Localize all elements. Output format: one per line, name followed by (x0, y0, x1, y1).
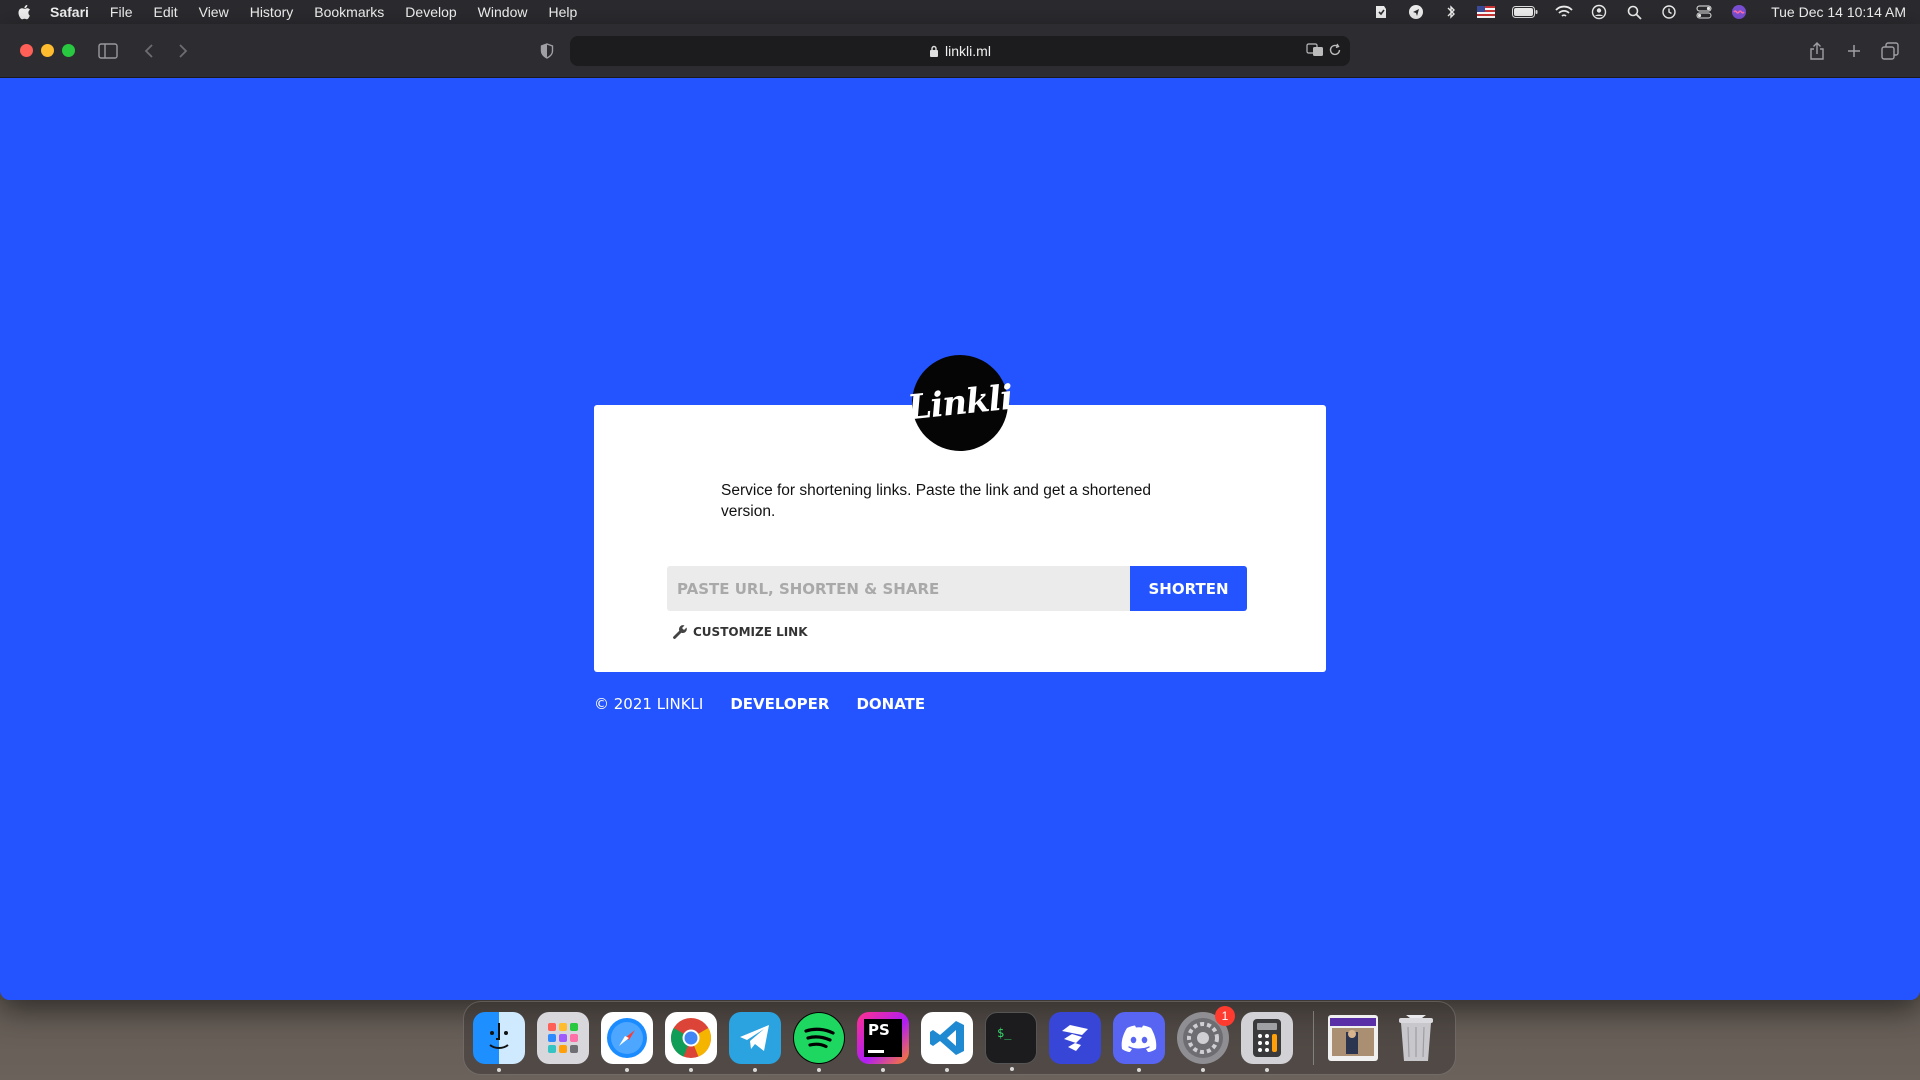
shorten-button[interactable]: SHORTEN (1130, 566, 1247, 611)
menu-app-name[interactable]: Safari (50, 4, 89, 20)
fullscreen-window-button[interactable] (62, 44, 75, 57)
privacy-shield-icon[interactable] (536, 40, 558, 62)
tab-overview-icon[interactable] (1879, 40, 1901, 62)
dock: PS $_ 1 (463, 1001, 1456, 1075)
time-machine-icon[interactable] (1660, 4, 1678, 20)
linear-icon[interactable] (1049, 1012, 1101, 1064)
browser-toolbar: linkli.ml (0, 24, 1920, 78)
address-bar[interactable]: linkli.ml (570, 36, 1350, 66)
apple-menu-icon[interactable] (14, 2, 34, 22)
running-indicator (1201, 1068, 1205, 1072)
customize-link[interactable]: CUSTOMIZE LINK (672, 624, 808, 640)
running-indicator (1010, 1067, 1014, 1071)
address-url[interactable]: linkli.ml (945, 43, 991, 59)
back-arrow-icon[interactable] (138, 40, 160, 62)
location-arrow-icon[interactable] (1407, 4, 1425, 20)
running-indicator (881, 1068, 885, 1072)
menu-clock[interactable]: Tue Dec 14 10:14 AM (1771, 4, 1906, 20)
spotify-icon[interactable] (793, 1012, 845, 1072)
running-indicator (753, 1068, 757, 1072)
siri-icon[interactable] (1730, 4, 1748, 20)
new-tab-icon[interactable] (1843, 40, 1865, 62)
safari-icon[interactable] (601, 1012, 653, 1072)
running-indicator (497, 1068, 501, 1072)
minimize-window-button[interactable] (41, 44, 54, 57)
page-footer: © 2021 LINKLI DEVELOPER DONATE (594, 695, 952, 713)
shorten-form: SHORTEN (667, 566, 1247, 611)
url-input[interactable] (667, 566, 1130, 611)
terminal-icon[interactable]: $_ (985, 1012, 1037, 1071)
menu-help[interactable]: Help (548, 4, 577, 20)
menu-edit[interactable]: Edit (153, 4, 177, 20)
donate-link[interactable]: DONATE (856, 695, 925, 713)
us-flag-icon[interactable] (1477, 4, 1496, 20)
control-center-icon[interactable] (1695, 4, 1713, 20)
running-indicator (689, 1068, 693, 1072)
launchpad-icon[interactable] (537, 1012, 589, 1064)
wrench-icon (672, 624, 688, 640)
calculator-icon[interactable] (1241, 1012, 1293, 1072)
wifi-icon[interactable] (1555, 4, 1573, 20)
vscode-icon[interactable] (921, 1012, 973, 1072)
copyright-text: © 2021 LINKLI (594, 695, 704, 713)
finder-icon[interactable] (473, 1012, 525, 1072)
menu-bar: Safari File Edit View History Bookmarks … (0, 0, 1920, 24)
sidebar-toggle-icon[interactable] (97, 40, 119, 62)
lock-icon (929, 45, 939, 57)
chrome-icon[interactable] (665, 1012, 717, 1072)
share-icon[interactable] (1806, 40, 1828, 62)
screenshot-thumbnail-icon[interactable] (1328, 1015, 1378, 1061)
window-controls (20, 44, 83, 57)
menu-history[interactable]: History (250, 4, 294, 20)
trash-icon[interactable] (1390, 1012, 1442, 1064)
menu-develop[interactable]: Develop (405, 4, 456, 20)
running-indicator (625, 1068, 629, 1072)
running-indicator (1137, 1068, 1141, 1072)
notification-badge: 1 (1215, 1006, 1235, 1026)
menu-view[interactable]: View (199, 4, 229, 20)
logo-text: Linkli (905, 377, 1015, 429)
running-indicator (1265, 1068, 1269, 1072)
menu-window[interactable]: Window (478, 4, 528, 20)
system-preferences-icon[interactable]: 1 (1177, 1006, 1235, 1072)
menu-file[interactable]: File (110, 4, 133, 20)
translate-icon[interactable] (1306, 43, 1324, 57)
dock-separator (1313, 1011, 1314, 1065)
menu-bookmarks[interactable]: Bookmarks (314, 4, 384, 20)
running-indicator (945, 1068, 949, 1072)
telegram-icon[interactable] (729, 1012, 781, 1072)
cloud-app-icon[interactable] (1372, 4, 1390, 20)
phpstorm-icon[interactable]: PS (857, 1012, 909, 1072)
reload-icon[interactable] (1328, 43, 1342, 57)
spotlight-search-icon[interactable] (1625, 4, 1643, 20)
web-page: Service for shortening links. Paste the … (0, 79, 1920, 1000)
running-indicator (817, 1068, 821, 1072)
discord-icon[interactable] (1113, 1012, 1165, 1072)
customize-link-label: CUSTOMIZE LINK (693, 625, 808, 639)
battery-icon[interactable] (1512, 4, 1538, 20)
forward-arrow-icon[interactable] (172, 40, 194, 62)
developer-link[interactable]: DEVELOPER (730, 695, 829, 713)
service-description: Service for shortening links. Paste the … (721, 482, 1151, 520)
svg-text:$_: $_ (997, 1026, 1012, 1040)
bluetooth-icon[interactable] (1442, 4, 1460, 20)
safari-window: linkli.ml Service for shortening links. … (0, 24, 1920, 1000)
close-window-button[interactable] (20, 44, 33, 57)
user-account-icon[interactable] (1590, 4, 1608, 20)
